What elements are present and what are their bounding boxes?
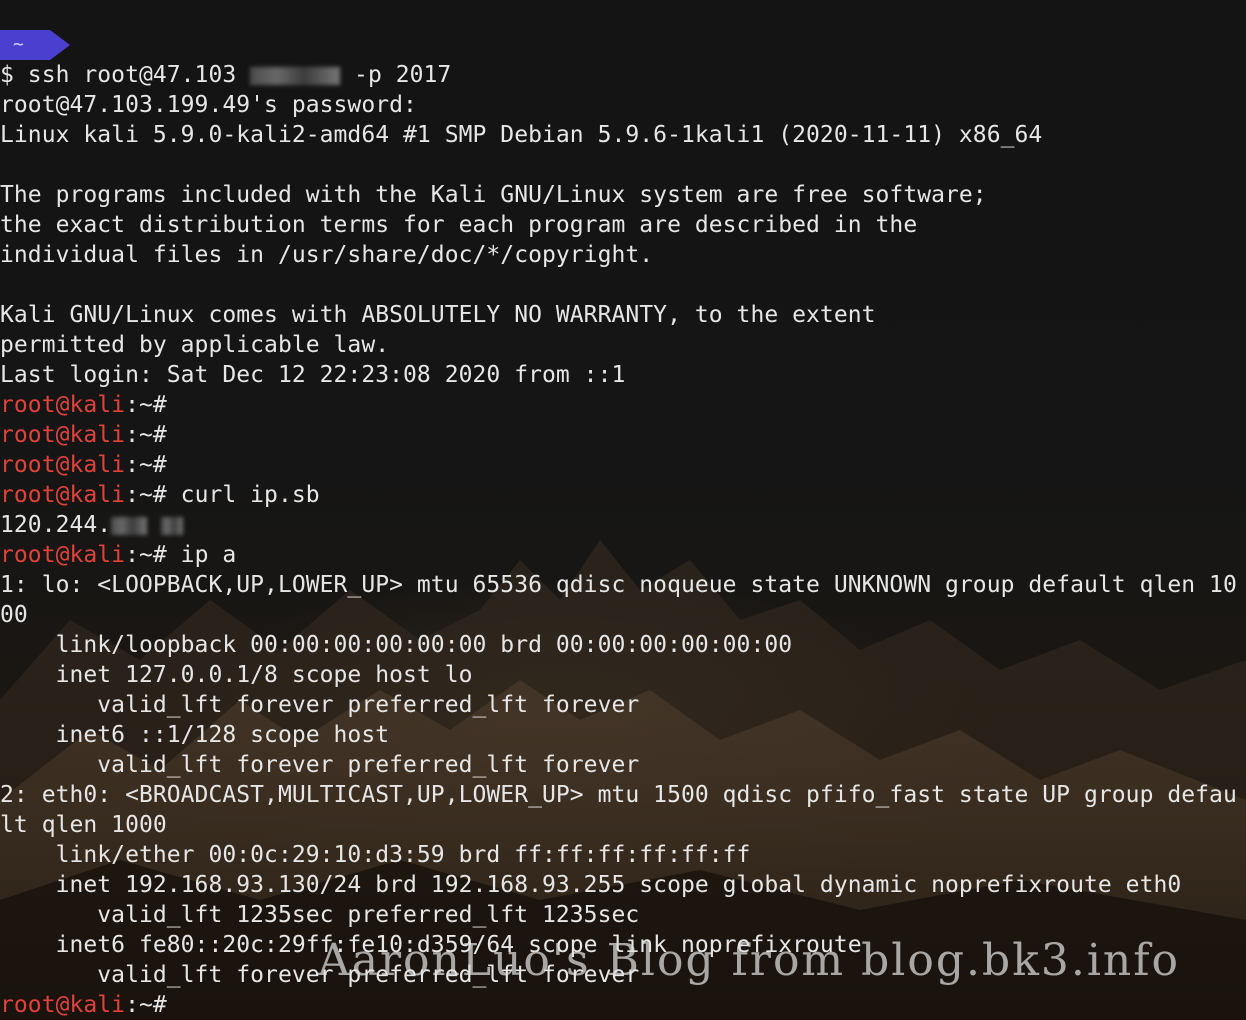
ssh-command-port: -p 2017 <box>340 62 452 88</box>
redacted-ip-blur <box>161 516 184 535</box>
shell-prompt-line: root@kali:~# ip a <box>0 540 1246 570</box>
terminal-line: Last login: Sat Dec 12 22:23:08 2020 fro… <box>0 362 626 388</box>
home-directory-tilde: ~ <box>13 34 24 55</box>
prompt-path: :~# <box>125 482 167 508</box>
shell-prompt-line: root@kali:~# <box>0 420 1246 450</box>
prompt-path: :~# <box>125 392 167 418</box>
terminal-line: inet 127.0.0.1/8 scope host lo <box>0 662 473 688</box>
redacted-ip-blur <box>250 66 341 85</box>
prompt-user-host: root@kali <box>0 992 126 1018</box>
terminal-line: valid_lft 1235sec preferred_lft 1235sec <box>0 902 640 928</box>
terminal-window[interactable]: ~ $ ssh root@47.103 -p 2017 root@47.103.… <box>0 0 1246 1020</box>
prompt-user-host: root@kali <box>0 452 126 478</box>
terminal-line: 2: eth0: <BROADCAST,MULTICAST,UP,LOWER_U… <box>0 782 1237 808</box>
terminal-line: root@47.103.199.49's password: <box>0 92 417 118</box>
terminal-line: the exact distribution terms for each pr… <box>0 212 918 238</box>
shell-prompt-line: root@kali:~# <box>0 450 1246 480</box>
terminal-line: permitted by applicable law. <box>0 332 390 358</box>
terminal-line: Kali GNU/Linux comes with ABSOLUTELY NO … <box>0 302 876 328</box>
redacted-ip-blur <box>111 516 148 535</box>
prompt-user-host: root@kali <box>0 392 126 418</box>
shell-prompt-line: root@kali:~# curl ip.sb <box>0 480 1246 510</box>
prompt-path: :~# <box>125 992 167 1018</box>
terminal-line: valid_lft forever preferred_lft forever <box>0 692 640 718</box>
shell-prompt-line[interactable]: root@kali:~# <box>0 990 1246 1020</box>
terminal-line: 120.244. <box>0 510 1246 540</box>
prompt-path: :~# <box>125 542 167 568</box>
terminal-line: inet6 ::1/128 scope host <box>0 722 390 748</box>
terminal-line: valid_lft forever preferred_lft forever <box>0 752 640 778</box>
terminal-line: $ ssh root@47.103 -p 2017 <box>0 60 1246 90</box>
terminal-line: 1: lo: <LOOPBACK,UP,LOWER_UP> mtu 65536 … <box>0 572 1237 598</box>
terminal-line: 00 <box>0 602 28 628</box>
terminal-line: inet 192.168.93.130/24 brd 192.168.93.25… <box>0 872 1182 898</box>
terminal-output: $ ssh root@47.103 -p 2017 root@47.103.19… <box>0 60 1246 1020</box>
terminal-line: The programs included with the Kali GNU/… <box>0 182 987 208</box>
prompt-user-host: root@kali <box>0 542 126 568</box>
terminal-line: lt qlen 1000 <box>0 812 167 838</box>
prompt-segment-shape <box>0 30 70 60</box>
terminal-line: link/loopback 00:00:00:00:00:00 brd 00:0… <box>0 632 793 658</box>
prompt-user-host: root@kali <box>0 482 126 508</box>
terminal-line: Linux kali 5.9.0-kali2-amd64 #1 SMP Debi… <box>0 122 1043 148</box>
ssh-command-text: $ ssh root@47.103 <box>0 62 251 88</box>
public-ip-output: 120.244. <box>0 512 112 538</box>
blog-watermark: AaronLuo's Blog from blog.bk3.info <box>318 935 1181 986</box>
terminal-line: individual files in /usr/share/doc/*/cop… <box>0 242 654 268</box>
prompt-user-host: root@kali <box>0 422 126 448</box>
command-text: curl ip.sb <box>166 482 320 508</box>
prompt-path: :~# <box>125 452 167 478</box>
terminal-line: link/ether 00:0c:29:10:d3:59 brd ff:ff:f… <box>0 842 751 868</box>
prompt-path: :~# <box>125 422 167 448</box>
command-text: ip a <box>166 542 237 568</box>
shell-prompt-line: root@kali:~# <box>0 390 1246 420</box>
